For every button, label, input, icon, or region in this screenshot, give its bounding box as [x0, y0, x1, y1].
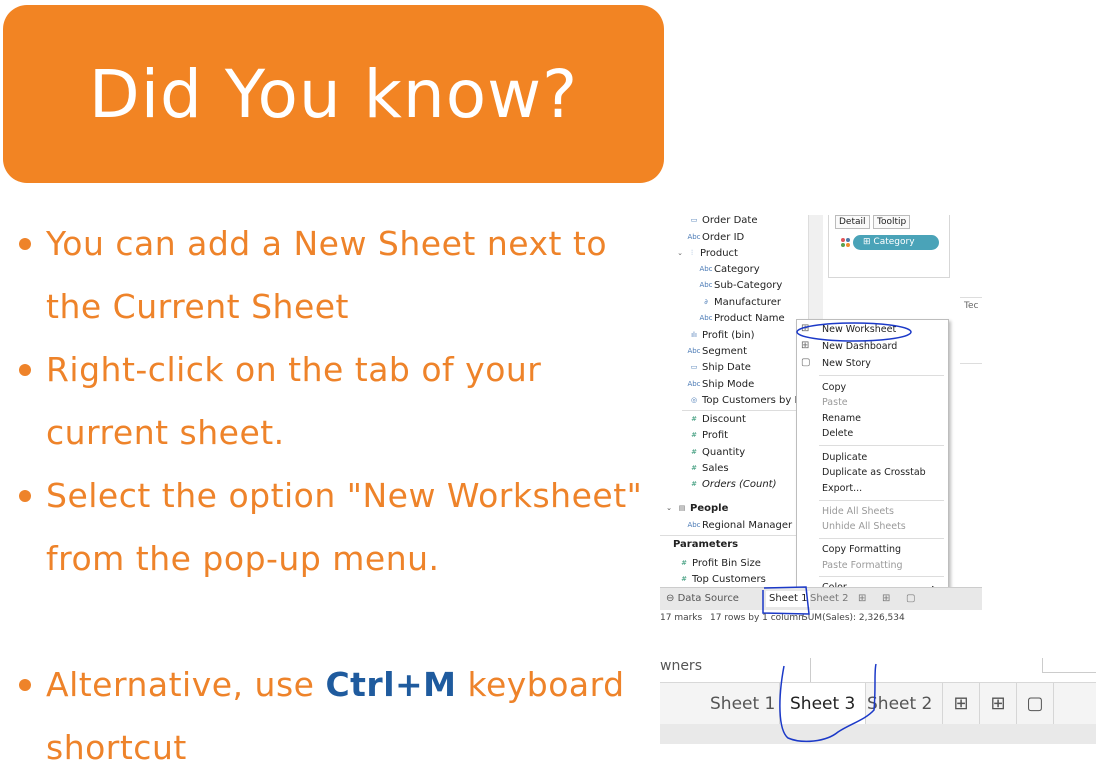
tip-text-prefix: Alternative, use [46, 665, 326, 704]
tip-text: Select the option "New Worksheet" from t… [46, 476, 643, 578]
keyboard-shortcut: Ctrl+M [325, 665, 457, 704]
tip-text: Right-click on the tab of your current s… [46, 350, 542, 452]
tip-text: You can add a New Sheet next to the Curr… [46, 224, 608, 326]
tips-list: You can add a New Sheet next to the Curr… [18, 212, 658, 779]
bullet-dot [19, 238, 31, 250]
bullet-dot [19, 364, 31, 376]
annotation-marks [779, 663, 877, 743]
annotation-box-sheet1 [762, 586, 810, 615]
tip-item: Select the option "New Worksheet" from t… [18, 464, 658, 653]
annotation-marks [762, 322, 912, 615]
bullet-dot [19, 679, 31, 691]
annotation-loop-sheet3 [779, 663, 877, 743]
tip-item: Right-click on the tab of your current s… [18, 338, 658, 464]
title-banner: Did You know? [3, 5, 664, 183]
tip-item: You can add a New Sheet next to the Curr… [18, 212, 658, 338]
tableau-screenshot: ▭ Order Date Abc Order ID ⌄ ⫶ Product Abc Cat… [660, 215, 982, 627]
bullet-dot [19, 490, 31, 502]
annotation-circle-new-worksheet [796, 322, 912, 342]
banner-title: Did You know? [88, 55, 579, 133]
tabstrip-screenshot: wners Sheet 1 Sheet 3 Sheet 2 ⊞ ⊞ ▢ [660, 658, 1096, 744]
tip-item: Alternative, use Ctrl+M keyboard shortcu… [18, 653, 658, 779]
